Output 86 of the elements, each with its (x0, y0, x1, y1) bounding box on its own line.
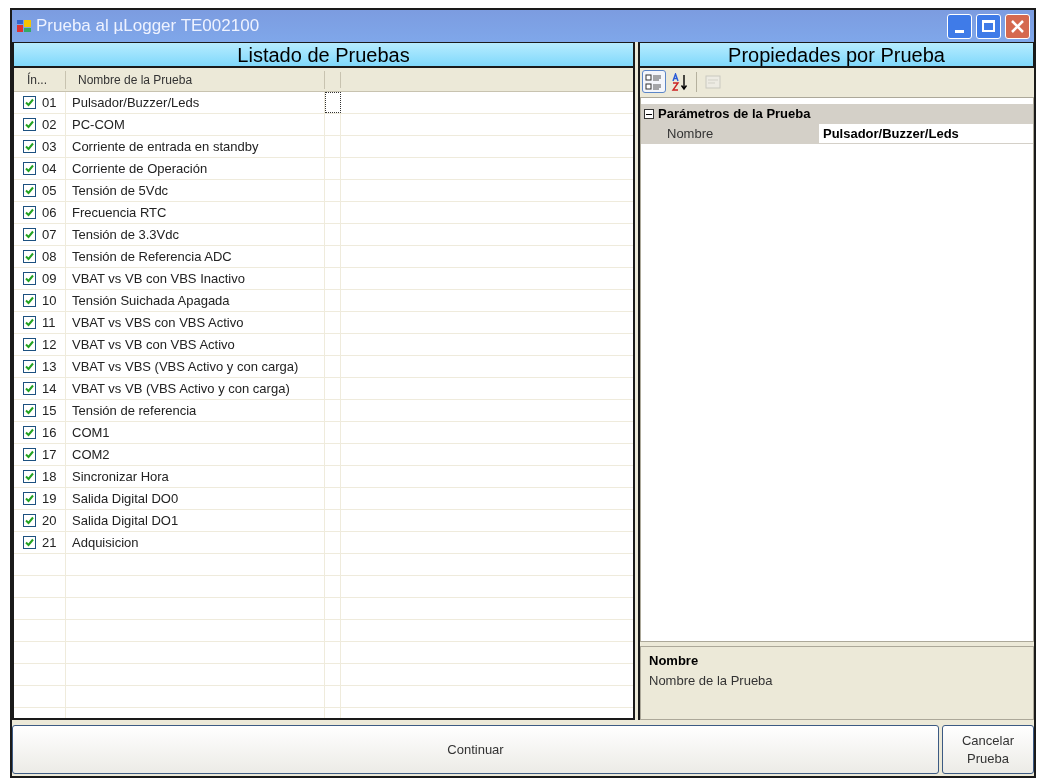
checkbox[interactable] (23, 96, 36, 109)
checkbox[interactable] (23, 140, 36, 153)
index-cell-text: 09 (41, 269, 57, 288)
column-header-cell[interactable]: Ín... (14, 70, 66, 89)
property-value[interactable]: Pulsador/Buzzer/Leds (823, 123, 959, 144)
panel-title: Propiedades por Prueba (728, 42, 945, 68)
test-name-cell[interactable]: Salida Digital DO1 (72, 510, 179, 531)
category-label: Parámetros de la Prueba (658, 105, 811, 124)
index-cell-text: 02 (41, 115, 57, 134)
checkbox[interactable] (23, 404, 36, 417)
index-cell-text: 01 (41, 93, 57, 112)
checkbox[interactable] (23, 228, 36, 241)
checkbox[interactable] (23, 514, 36, 527)
index-cell-text: 08 (41, 247, 57, 266)
index-cell-text: 13 (41, 357, 57, 376)
test-name-cell[interactable]: VBAT vs VB con VBS Inactivo (72, 268, 245, 289)
checkbox[interactable] (23, 492, 36, 505)
index-cell-text: 12 (41, 335, 57, 354)
index-cell-text: 07 (41, 225, 57, 244)
index-cell-text: 11 (41, 313, 56, 332)
index-cell-text: 03 (41, 137, 57, 156)
test-name-cell[interactable]: Corriente de entrada en standby (72, 136, 259, 157)
index-cell-text: 05 (41, 181, 57, 200)
index-cell-text: 14 (41, 379, 57, 398)
categorized-button[interactable] (642, 70, 666, 93)
checkbox[interactable] (23, 162, 36, 175)
test-name-cell[interactable]: Pulsador/Buzzer/Leds (72, 92, 200, 113)
test-name-cell[interactable]: Tensión de referencia (72, 400, 197, 421)
close-button[interactable] (1005, 13, 1030, 39)
description-text: Nombre de la Prueba (649, 671, 774, 690)
column-header-cell[interactable]: Nombre de la Prueba (66, 70, 325, 89)
panel-title: Listado de Pruebas (237, 42, 410, 68)
categorized-icon (645, 72, 663, 91)
checkbox[interactable] (23, 206, 36, 219)
index-cell-text: 16 (41, 423, 57, 442)
checkbox[interactable] (23, 426, 36, 439)
test-name-cell[interactable]: VBAT vs VB (VBS Activo y con carga) (72, 378, 290, 399)
checkbox[interactable] (23, 338, 36, 351)
checkbox[interactable] (23, 382, 36, 395)
checkbox[interactable] (23, 294, 36, 307)
test-name-cell[interactable]: Tensión Suichada Apagada (72, 290, 230, 311)
checkbox[interactable] (23, 250, 36, 263)
test-name-cell[interactable]: VBAT vs VBS (VBS Activo y con carga) (72, 356, 299, 377)
checkbox[interactable] (23, 448, 36, 461)
checkbox[interactable] (23, 118, 36, 131)
test-name-cell[interactable]: Adquisicion (72, 532, 139, 553)
checkbox[interactable] (23, 470, 36, 483)
sort-alphabetical-icon (671, 72, 689, 91)
index-cell-text: 19 (41, 489, 57, 508)
cancel-button[interactable]: Cancelar Prueba (942, 725, 1034, 774)
test-name-cell[interactable]: Corriente de Operación (72, 158, 208, 179)
checkbox[interactable] (23, 536, 36, 549)
test-name-cell[interactable]: Sincronizar Hora (72, 466, 169, 487)
window-title: Prueba al µLogger TE002100 (36, 15, 261, 38)
app-icon (16, 18, 32, 34)
test-name-cell[interactable]: Frecuencia RTC (72, 202, 167, 223)
focus-cell[interactable] (325, 92, 341, 113)
continue-button[interactable]: Continuar (12, 725, 939, 774)
index-cell-text: 15 (41, 401, 57, 420)
checkbox[interactable] (23, 316, 36, 329)
checkbox[interactable] (23, 184, 36, 197)
index-cell-text: 18 (41, 467, 57, 486)
property-pages-icon (704, 72, 722, 91)
index-cell-text: 20 (41, 511, 57, 530)
index-cell-text: 06 (41, 203, 57, 222)
test-name-cell[interactable]: Tensión de Referencia ADC (72, 246, 232, 267)
description-title: Nombre (649, 652, 700, 670)
index-cell-text: 04 (41, 159, 57, 178)
test-name-cell[interactable]: COM1 (72, 422, 110, 443)
index-cell-text: 10 (41, 291, 57, 310)
test-name-cell[interactable]: COM2 (72, 444, 110, 465)
minimize-button[interactable] (947, 13, 972, 39)
collapse-icon[interactable] (644, 109, 654, 119)
checkbox[interactable] (23, 272, 36, 285)
test-name-cell[interactable]: Tensión de 3.3Vdc (72, 224, 179, 245)
test-name-cell[interactable]: PC-COM (72, 114, 125, 135)
maximize-button[interactable] (976, 13, 1001, 39)
test-name-cell[interactable]: VBAT vs VB con VBS Activo (72, 334, 235, 355)
checkbox[interactable] (23, 360, 36, 373)
test-name-cell[interactable]: VBAT vs VBS con VBS Activo (72, 312, 244, 333)
test-name-cell[interactable]: Tensión de 5Vdc (72, 180, 169, 201)
test-name-cell[interactable]: Salida Digital DO0 (72, 488, 179, 509)
property-name: Nombre (667, 125, 714, 144)
close-icon (1011, 19, 1024, 33)
index-cell-text: 17 (41, 445, 57, 464)
index-cell-text: 21 (41, 533, 57, 552)
